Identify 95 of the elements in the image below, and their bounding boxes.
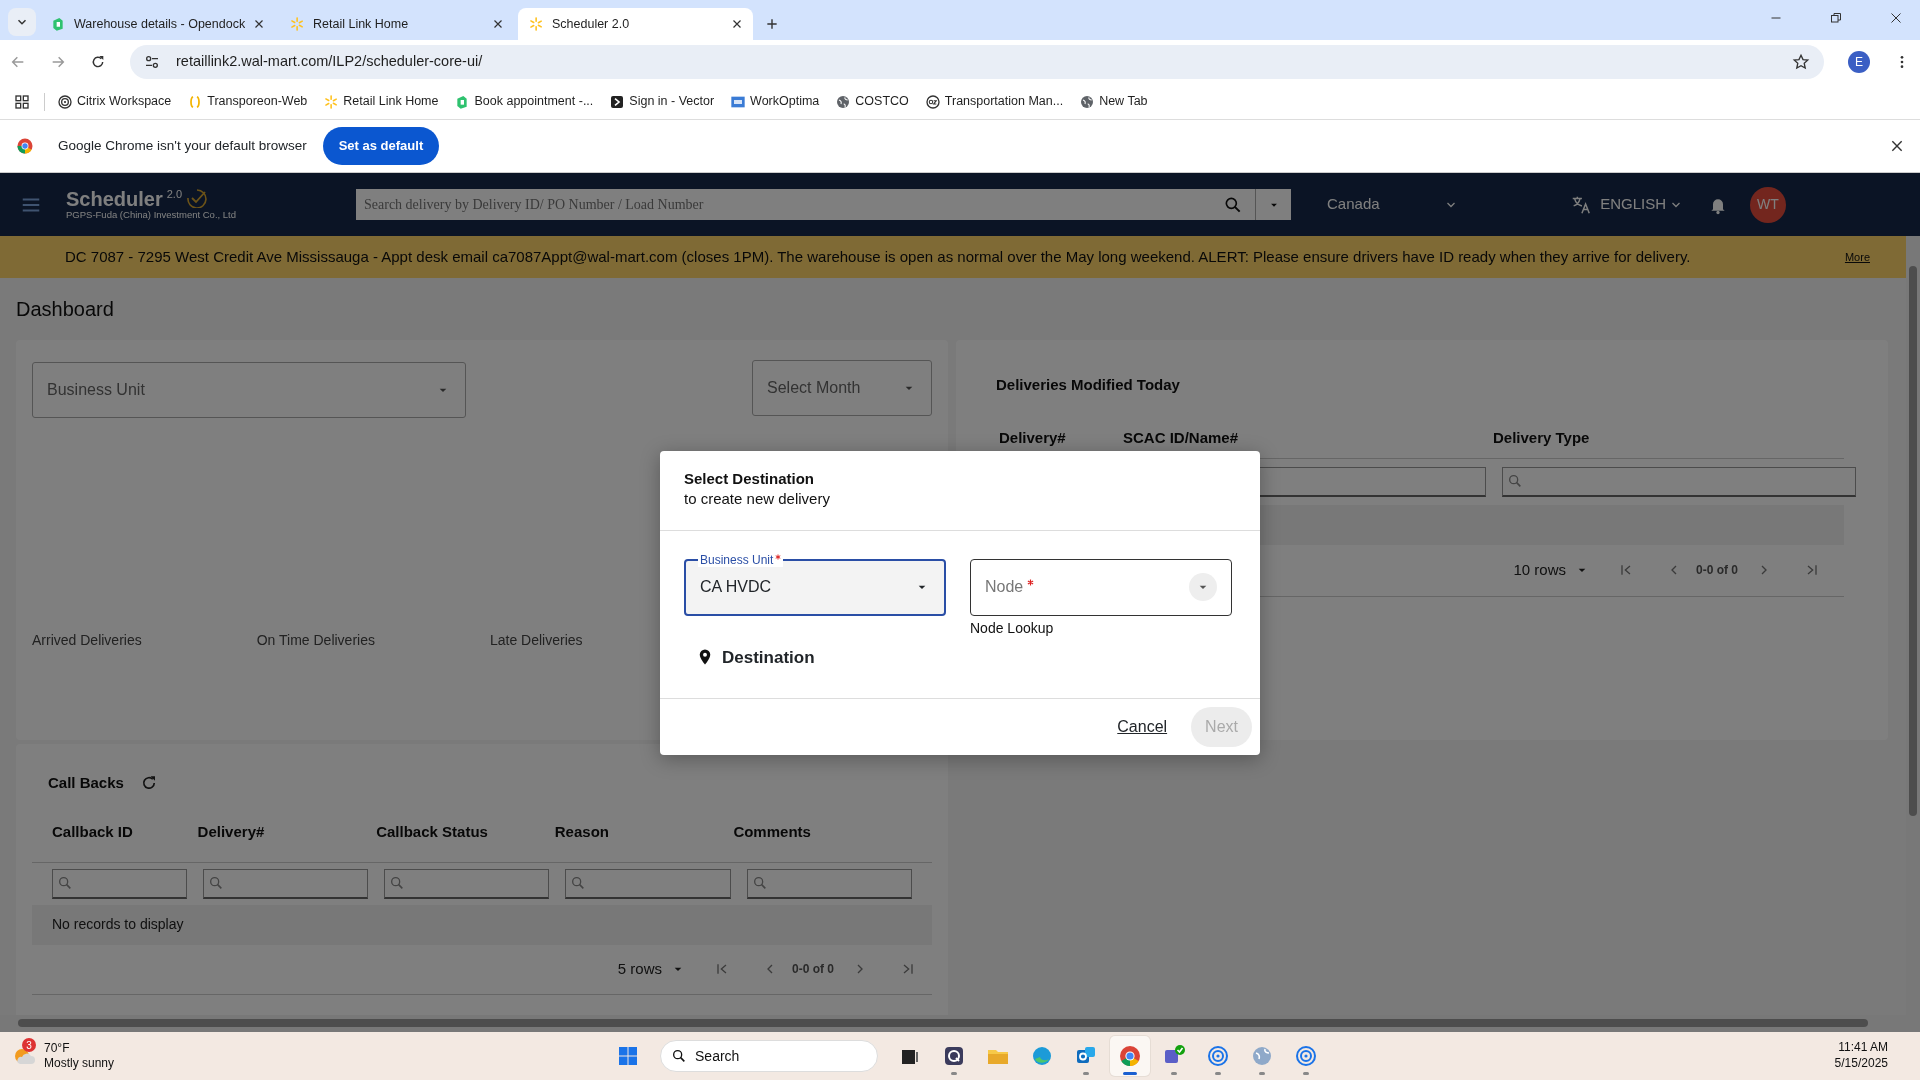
sparkle-icon [323,93,340,110]
search-icon [389,875,406,891]
rows-per-page-select[interactable]: 10 rows [1513,558,1590,582]
chrome-logo-icon [1118,1044,1143,1068]
required-mark-icon [1027,579,1035,586]
rows-per-page-select[interactable]: 5 rows [617,957,686,981]
empty-message: No records to display [52,915,184,934]
bookmark-link[interactable]: Citrix Workspace [77,92,172,111]
destination-label: Destination [722,646,815,669]
page-title: Dashboard [16,297,115,322]
column-header: Delivery# [197,821,266,842]
stat-label: On Time Deliveries [256,631,375,650]
bookmark-link[interactable]: Transportation Man... [944,92,1064,111]
column-header: Reason [554,821,610,842]
required-mark-icon [775,553,782,560]
bookmark-link[interactable]: New Tab [1099,92,1148,111]
browser-tab[interactable]: Retail Link Home [279,8,514,40]
filter-field[interactable] [384,868,550,899]
filter-field[interactable] [565,868,731,899]
search-icon [57,875,73,891]
back-icon[interactable] [10,54,26,70]
notification-badge: 3 [22,1038,36,1052]
bookmark-link[interactable]: Book appointment -... [474,92,594,111]
close-icon[interactable] [492,18,504,30]
infobar-text: Google Chrome isn't your default browser [58,136,307,155]
stat-label: Late Deliveries [489,631,583,650]
sparkle-icon [289,16,305,32]
page-icon [50,16,66,32]
restore-icon[interactable] [1830,12,1842,24]
close-icon[interactable] [253,18,265,30]
check-swoosh-icon [186,188,210,209]
temperature-text: 70°F [44,1041,71,1056]
column-header: SCAC ID/Name# [1123,427,1240,448]
company-name: PGPS-Fuda (China) Investment Co., Ltd [66,210,237,221]
browser-tab[interactable]: Warehouse details - Opendock [40,8,275,40]
clock-time: 11:41 AM [1838,1040,1888,1056]
language-select[interactable]: ENGLISH [1570,193,1682,216]
stat-label: Arrived Deliveries [32,631,142,650]
more-link[interactable]: More [1844,248,1870,266]
bookmark-link[interactable]: WorkOptima [750,92,820,111]
spiral-icon [1294,1044,1319,1068]
country-select[interactable]: Canada [1327,193,1458,216]
bookmark-link[interactable]: Sign in - Vector [629,92,715,111]
filter-field[interactable] [202,868,369,899]
column-header: Delivery Type [1493,427,1591,448]
column-header: Delivery# [999,427,1067,448]
announcement-text: DC 7087 - 7295 West Credit Ave Mississauga - Appt desk email ca7087Appt@wal-mart.com (closes 1PM). The warehouse is open as normal over the May long weekend. ALERT: Please ensure drivers have ID ready when they arrive for delivery. [65,246,1692,267]
column-header: Comments [733,821,812,842]
version-label: 2.0 [166,188,182,201]
column-header: Callback ID [52,821,134,842]
search-icon [671,1048,688,1064]
arrow-square-icon [609,93,626,110]
globe-icon [1079,93,1096,110]
page-range: 0-0 of 0 [1696,562,1738,579]
search-icon [207,875,224,891]
helper-text: Node Lookup [970,618,1055,638]
bookmark-link[interactable]: COSTCO [855,92,909,111]
close-icon[interactable] [731,18,743,30]
clock-date: 5/15/2025 [1834,1056,1888,1072]
chrome-logo-icon [16,137,34,155]
close-icon[interactable] [1890,139,1904,153]
forward-icon[interactable] [50,54,66,70]
page-range: 0-0 of 0 [792,961,834,978]
cancel-link[interactable]: Cancel [1117,715,1168,739]
column-header: Callback Status [376,821,489,842]
apps-grid-icon[interactable] [14,93,30,110]
new-tab-icon[interactable] [765,17,779,31]
circle-logo-icon [924,93,941,110]
spiral-icon [1206,1044,1231,1068]
section-title: Call Backs [48,773,124,793]
globe-icon [835,93,852,110]
star-icon[interactable] [1792,53,1810,71]
search-icon [570,875,587,891]
node-select[interactable]: Node [970,558,1232,616]
search-icon [1507,473,1523,489]
filter-field[interactable] [1502,466,1856,497]
sparkle-icon [528,16,544,32]
dialog-subtitle: to create new delivery [684,489,831,510]
taskbar-search-field[interactable]: Search [660,1040,879,1072]
set-default-button[interactable]: Set as default [322,127,440,165]
profile-avatar[interactable]: E [1848,51,1870,73]
bookmark-link[interactable]: Retail Link Home [343,92,439,111]
close-icon[interactable] [1890,12,1902,24]
reload-icon[interactable] [90,54,106,70]
section-title: Deliveries Modified Today [996,375,1181,395]
dialog-title: Select Destination [684,469,816,489]
spiral-icon [57,93,73,110]
bookmark-link[interactable]: Transporeon-Web [207,92,308,111]
search-icon [751,875,768,891]
filter-field[interactable] [52,868,187,899]
site-settings-icon[interactable] [144,54,160,70]
filter-field[interactable] [746,868,912,899]
browser-tab[interactable]: Scheduler 2.0 [518,8,753,40]
app-title: Scheduler [66,188,163,211]
weather-text: Mostly sunny [44,1056,115,1071]
